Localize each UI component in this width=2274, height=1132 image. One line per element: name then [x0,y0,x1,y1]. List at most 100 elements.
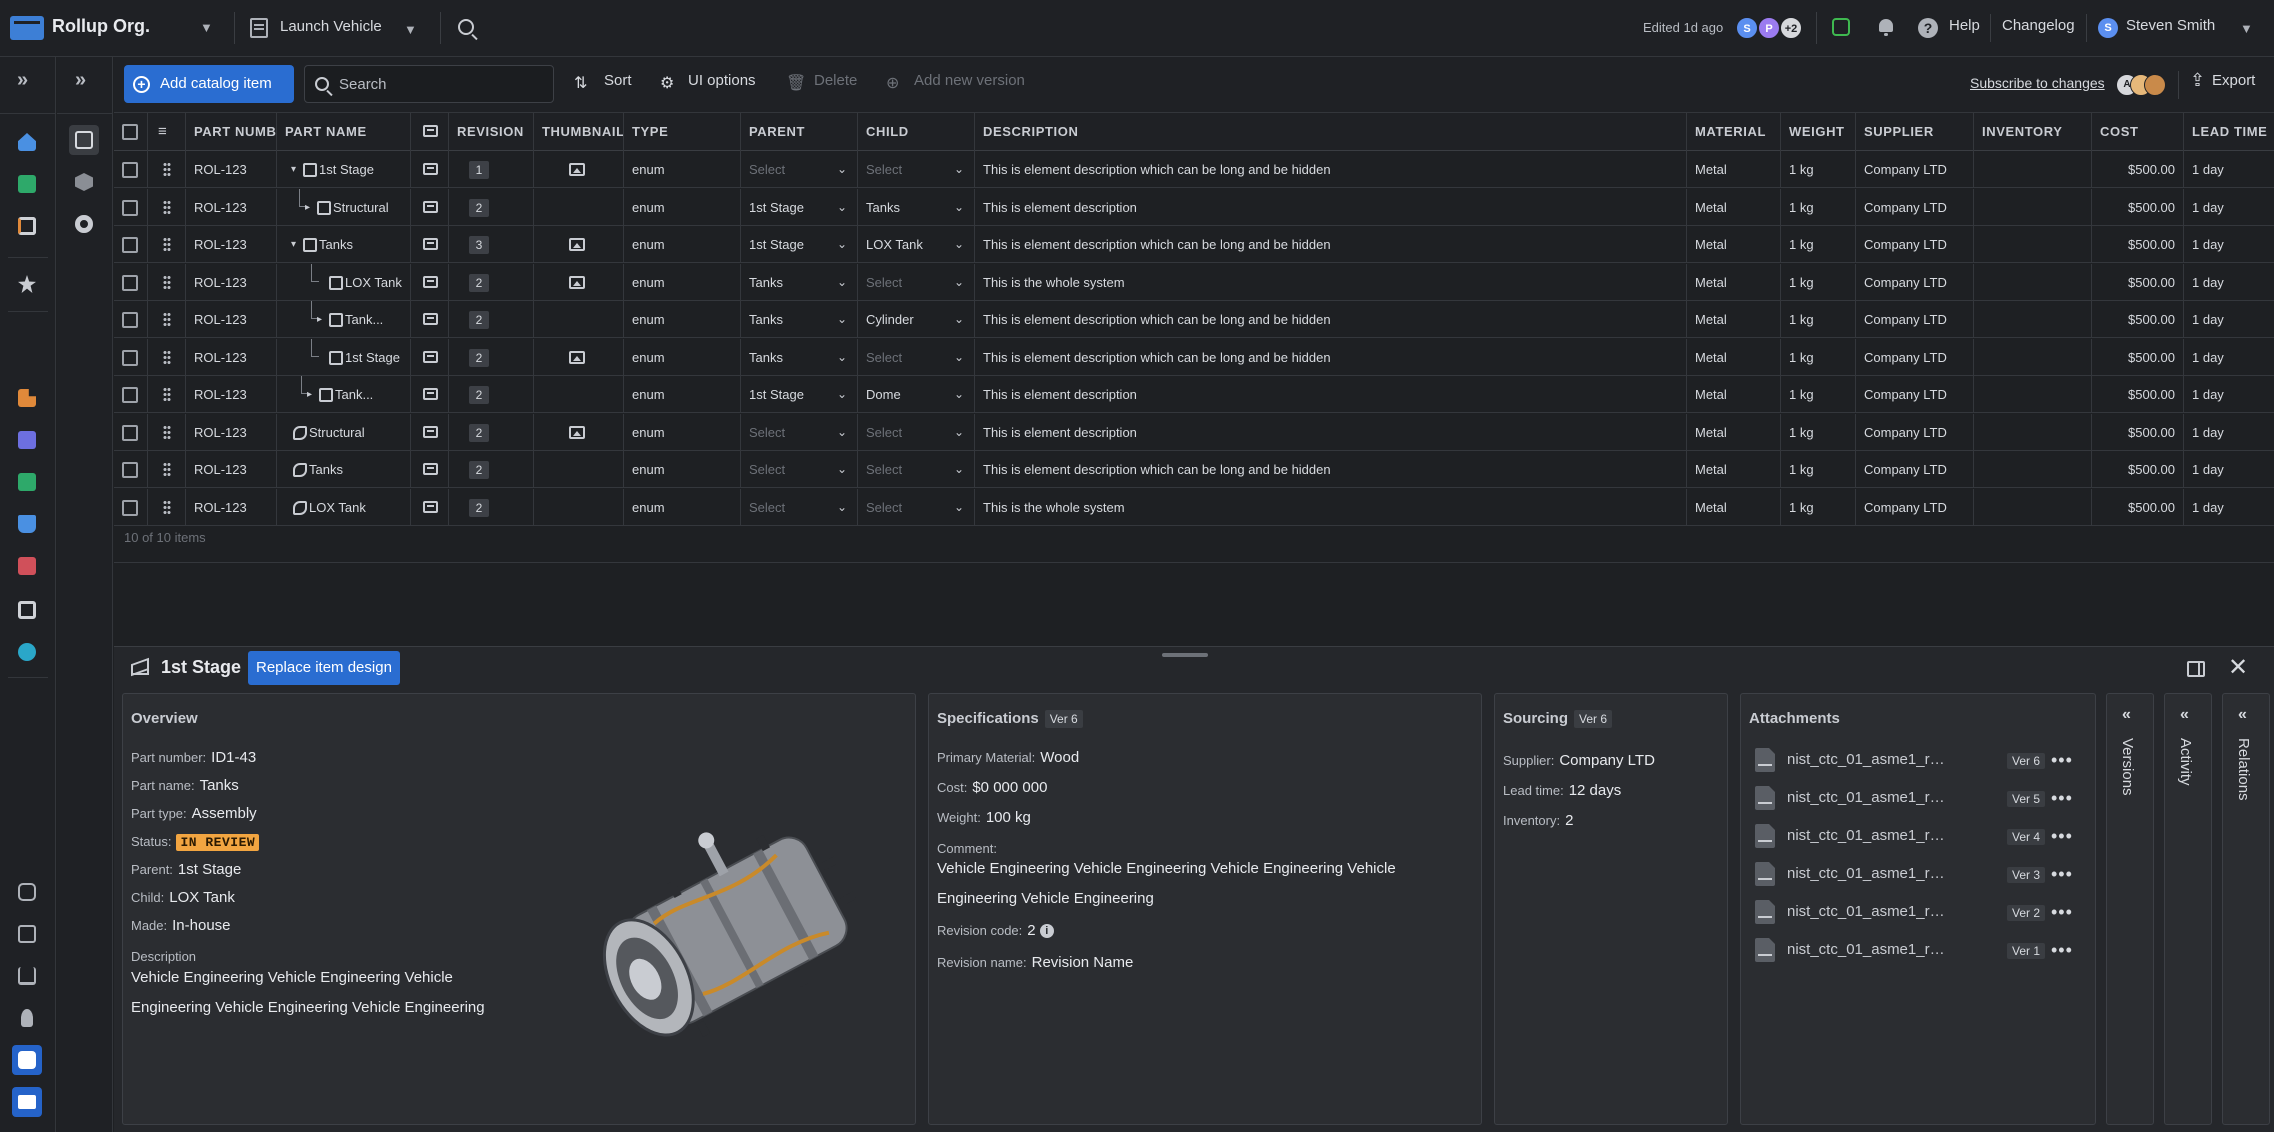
type-cell[interactable]: enum [624,301,741,338]
thumbnail-cell[interactable] [534,301,624,338]
table-view-button[interactable] [69,125,99,155]
documents-nav-button[interactable] [12,551,42,581]
part-number-cell[interactable]: ROL-123 [186,263,277,301]
lead-time-cell[interactable]: 1 day [2184,301,2274,338]
drag-handle-icon[interactable] [163,424,171,440]
header-cost[interactable]: COST [2092,113,2184,151]
export-button[interactable]: Export [2212,72,2255,89]
thumbnail-cell[interactable] [534,188,624,226]
type-cell[interactable]: enum [624,488,741,526]
requirements-nav-button[interactable] [12,383,42,413]
attachment-item[interactable]: nist_ctc_01_asme1_rd_ct... Ver 3 ••• [1751,858,2072,892]
drag-handle-icon[interactable] [163,274,171,290]
revision-badge[interactable]: 3 [469,236,489,254]
cost-cell[interactable]: $500.00 [2092,188,2184,226]
type-cell[interactable]: enum [624,151,741,188]
table-row[interactable]: ROL-123 Tanks 2 enum Select ⌄ Select ⌄ Thi… [114,451,2274,488]
thumbnail-cell[interactable] [534,263,624,301]
integrations-nav-button[interactable] [12,637,42,667]
inventory-cell[interactable] [1974,226,2092,263]
collapse-chevron-icon[interactable]: ▾ [291,226,296,263]
description-cell[interactable]: This is element description [975,188,1687,226]
comment-icon[interactable] [423,238,438,250]
supplier-cell[interactable]: Company LTD [1856,338,1974,376]
supplier-cell[interactable]: Company LTD [1856,451,1974,488]
part-name-cell[interactable]: ▾ 1st Stage [277,151,411,188]
more-options-icon[interactable]: ••• [2051,750,2073,771]
part-number-cell[interactable]: ROL-123 [186,488,277,526]
drag-handle-icon[interactable] [163,499,171,515]
parent-select[interactable]: 1st Stage ⌄ [741,226,858,263]
part-name-cell[interactable]: ▸ Tank... [277,376,411,413]
comments-cell[interactable] [411,263,449,301]
notifications-bell-icon[interactable] [1878,18,1894,36]
weight-cell[interactable]: 1 kg [1781,188,1856,226]
cost-cell[interactable]: $500.00 [2092,376,2184,413]
table-row[interactable]: ROL-123 Structural 2 enum Select ⌄ Select… [114,413,2274,451]
thumbnail-cell[interactable] [534,488,624,526]
cost-cell[interactable]: $500.00 [2092,301,2184,338]
part-number-cell[interactable]: ROL-123 [186,376,277,413]
material-cell[interactable]: Metal [1687,301,1781,338]
lead-time-cell[interactable]: 1 day [2184,489,2274,526]
cost-cell[interactable]: $500.00 [2092,226,2184,263]
reports-nav-button[interactable] [12,425,42,455]
code-nav-button[interactable] [12,467,42,497]
material-cell[interactable]: Metal [1687,263,1781,301]
row-checkbox[interactable] [122,199,138,216]
image-icon[interactable] [569,238,585,251]
weight-cell[interactable]: 1 kg [1781,226,1856,263]
sync-status-icon[interactable] [1832,18,1850,36]
description-cell[interactable]: This is element description which can be… [975,151,1687,188]
split-panel-icon[interactable] [2187,661,2205,677]
expand-chevron-icon[interactable]: ▸ [317,301,322,338]
child-select[interactable]: Select ⌄ [858,338,975,376]
inventory-cell[interactable] [1974,413,2092,451]
drag-handle-icon[interactable] [163,312,171,327]
table-row[interactable]: ROL-123 ▸ Structural 2 enum 1st Stage ⌄ T… [114,188,2274,226]
cost-cell[interactable]: $500.00 [2092,338,2184,376]
inventory-cell[interactable] [1974,451,2092,488]
revision-badge[interactable]: 2 [469,498,489,517]
user-name[interactable]: Steven Smith [2126,17,2215,34]
revision-badge[interactable]: 2 [469,423,489,442]
attachment-item[interactable]: nist_ctc_01_asme1_rd_ct... Ver 4 ••• [1751,820,2072,854]
favorites-nav-button[interactable] [12,269,42,299]
attachment-item[interactable]: nist_ctc_01_asme1_rd_ct... Ver 6 ••• [1751,744,2072,778]
relations-tab[interactable]: « Relations [2222,693,2270,1125]
drag-handle-icon[interactable] [163,462,171,477]
weight-cell[interactable]: 1 kg [1781,413,1856,451]
description-cell[interactable]: This is element description which can be… [975,226,1687,263]
packages-nav-button[interactable] [12,919,42,949]
lead-time-cell[interactable]: 1 day [2184,376,2274,413]
part-name-cell[interactable]: ▸ Structural [277,188,411,226]
material-cell[interactable]: Metal [1687,226,1781,263]
chat-nav-button[interactable] [12,1045,42,1075]
comments-cell[interactable] [411,301,449,338]
attachment-name[interactable]: nist_ctc_01_asme1_rd_ct... [1787,941,1947,958]
child-select[interactable]: Select ⌄ [858,451,975,488]
thumbnail-cell[interactable] [534,451,624,488]
type-cell[interactable]: enum [624,413,741,451]
thumbnail-cell[interactable] [534,338,624,376]
description-cell[interactable]: This is element description which can be… [975,301,1687,338]
part-name-cell[interactable]: Structural [277,413,411,451]
close-icon[interactable]: ✕ [2228,653,2248,682]
revision-badge[interactable]: 2 [469,311,489,329]
expand-nav-icon[interactable]: » [17,69,28,92]
inventory-cell[interactable] [1974,263,2092,301]
subscriber-avatar[interactable] [2144,74,2166,96]
revision-badge[interactable]: 2 [469,348,489,367]
table-row[interactable]: ROL-123 LOX Tank 2 enum Tanks ⌄ Select ⌄ T… [114,263,2274,301]
revision-badge[interactable]: 2 [469,386,489,404]
parent-select[interactable]: Tanks ⌄ [741,263,858,301]
knowledge-base-nav-button[interactable] [12,509,42,539]
lead-time-cell[interactable]: 1 day [2184,189,2274,226]
supplier-cell[interactable]: Company LTD [1856,413,1974,451]
header-lead-time[interactable]: LEAD TIME [2184,113,2274,151]
parent-select[interactable]: 1st Stage ⌄ [741,376,858,413]
attachment-item[interactable]: nist_ctc_01_asme1_rd_ct... Ver 1 ••• [1751,934,2072,968]
help-icon[interactable]: ? [1918,18,1938,38]
drag-handle-icon[interactable] [163,237,171,252]
comment-icon[interactable] [423,425,438,438]
